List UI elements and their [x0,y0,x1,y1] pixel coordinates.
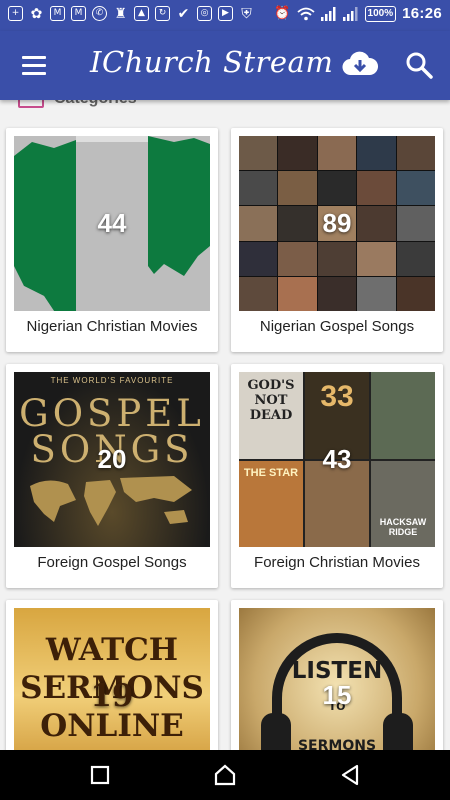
search-icon[interactable] [404,50,434,80]
category-card-watch-sermons[interactable]: WATCH SERMONS ONLINE 19 [6,600,218,750]
app-title: IChurch Stream [90,45,334,79]
category-label: Nigerian Christian Movies [26,318,198,335]
category-count: 15 [322,680,352,710]
category-thumbnail: WATCH SERMONS ONLINE 19 [14,608,210,750]
categories-icon [18,100,44,108]
add-box-icon: + [8,6,23,21]
category-label: Foreign Gospel Songs [37,554,187,571]
signal-icon [320,6,336,21]
gmail-icon: M [50,6,65,21]
category-label: Foreign Christian Movies [254,554,420,571]
category-card-foreign-christian-movies[interactable]: GOD'S NOT DEAD 33 THE STAR HACKSAW RIDGE… [231,364,443,588]
system-icons: ⏰ 100% 16:26 [274,5,442,22]
category-thumbnail: 44 [14,136,210,311]
category-thumbnail: GOD'S NOT DEAD 33 THE STAR HACKSAW RIDGE… [239,372,435,547]
category-list[interactable]: Categories 44 Nigerian Christian Movies [0,100,450,750]
home-icon[interactable] [212,762,238,788]
category-thumbnail: LISTEN TO SERMONS 15 [239,608,435,750]
category-count: 43 [322,444,352,474]
flower-icon: ✿ [30,5,43,22]
cleaner-icon: ♜ [114,5,127,22]
youtube-icon: ▶ [218,6,233,21]
menu-icon[interactable] [22,54,48,76]
category-card-listen-sermons[interactable]: LISTEN TO SERMONS 15 [231,600,443,750]
category-count: 44 [97,208,127,238]
app-bar: IChurch Stream [0,31,450,100]
alarm-icon: ⏰ [274,6,291,21]
category-count: 89 [322,208,352,238]
battery-icon: 100% [364,5,397,22]
category-card-nigerian-gospel-songs[interactable]: 89 Nigerian Gospel Songs [231,128,443,352]
signal-icon [342,6,358,21]
status-bar: + ✿ M M ✆ ♜ ▲ ↻ ✔ ◎ ▶ ⛨ ⏰ 100% 16:26 [0,0,450,31]
sync-icon: ↻ [155,6,170,21]
check-icon: ✔ [177,5,190,22]
category-count: 20 [97,444,127,474]
shield-icon: ⛨ [241,5,252,22]
system-nav-bar [0,750,450,800]
notification-icons: + ✿ M M ✆ ♜ ▲ ↻ ✔ ◎ ▶ ⛨ [8,6,254,21]
recents-icon[interactable] [87,762,113,788]
category-thumbnail: THE WORLD'S FAVOURITE GOSPEL SONGS 20 [14,372,210,547]
section-title: Categories [54,100,137,108]
back-icon[interactable] [337,762,363,788]
instagram-icon: ◎ [197,6,212,21]
category-count: 19 [90,677,134,714]
category-card-foreign-gospel-songs[interactable]: THE WORLD'S FAVOURITE GOSPEL SONGS 20 Fo… [6,364,218,588]
clock: 16:26 [402,5,442,22]
whatsapp-icon: ✆ [92,6,107,21]
image-icon: ▲ [134,6,149,21]
category-card-nigerian-christian-movies[interactable]: 44 Nigerian Christian Movies [6,128,218,352]
category-label: Nigerian Gospel Songs [259,318,415,335]
section-header: Categories [18,100,137,110]
category-thumbnail: 89 [239,136,435,311]
gmail-icon: M [71,6,86,21]
cloud-download-icon[interactable] [342,49,378,79]
wifi-icon [296,7,315,20]
